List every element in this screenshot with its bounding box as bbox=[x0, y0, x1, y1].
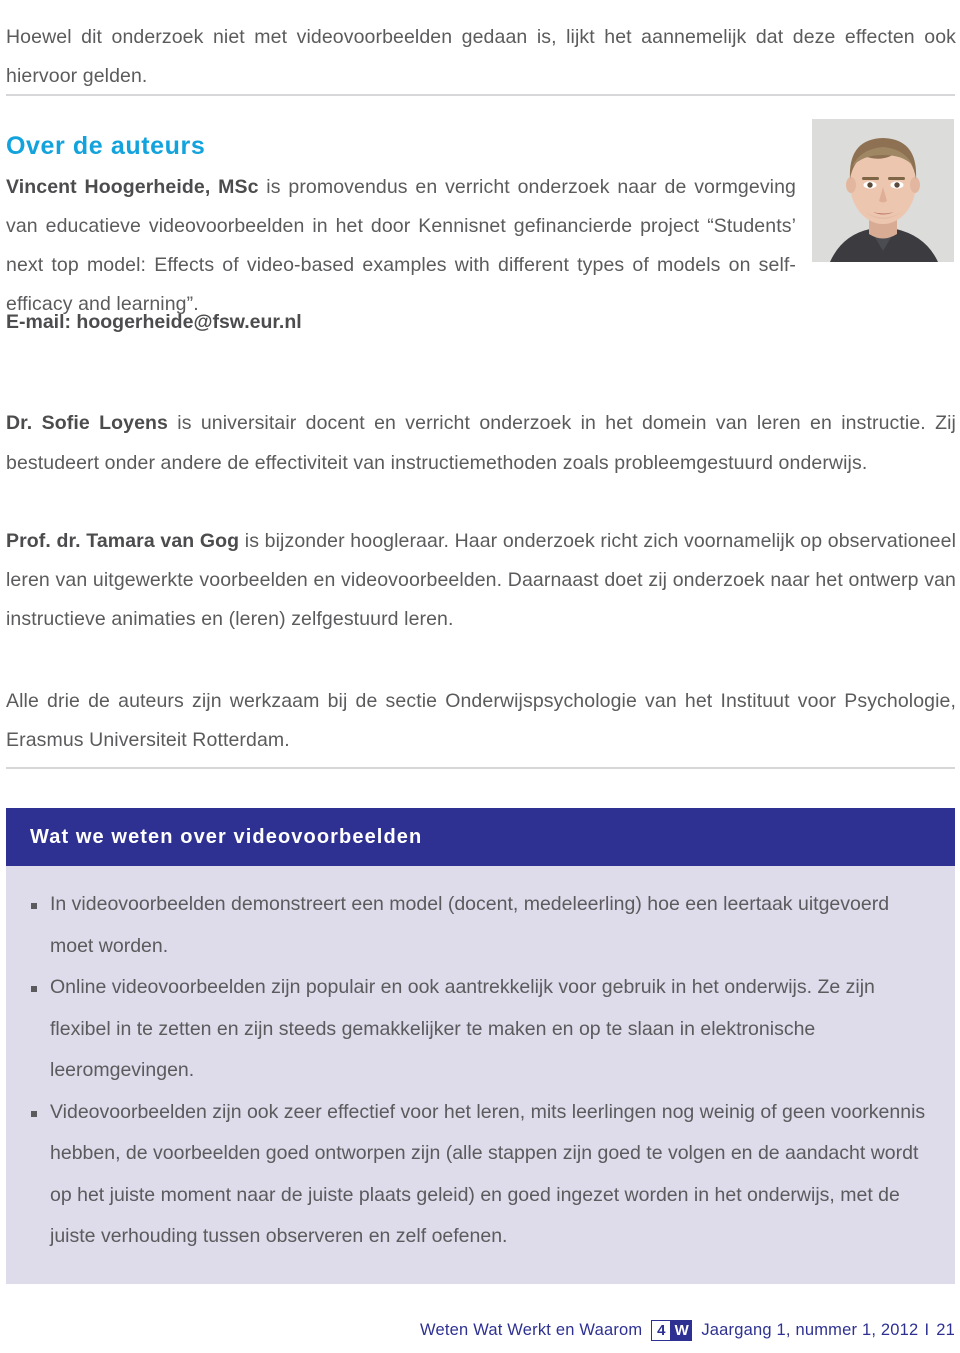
summary-bullet-list: In videovoorbeelden demonstreert een mod… bbox=[6, 866, 955, 1284]
author-name-loyens: Dr. Sofie Loyens bbox=[6, 411, 168, 434]
list-item: Online videovoorbeelden zijn populair en… bbox=[30, 967, 933, 1092]
page-title-over-de-auteurs: Over de auteurs bbox=[6, 131, 206, 160]
journal-logo-letter: W bbox=[671, 1320, 693, 1341]
journal-logo: 4 W bbox=[651, 1320, 693, 1341]
author-name-hoogerheide: Vincent Hoogerheide, MSc bbox=[6, 175, 259, 198]
photo-text-wrap-spacer bbox=[796, 168, 956, 288]
summary-box: Wat we weten over videovoorbeelden In vi… bbox=[6, 808, 955, 1284]
author-bio-hoogerheide: Vincent Hoogerheide, MSc is promovendus … bbox=[6, 168, 956, 324]
footer-issue: Jaargang 1, nummer 1, 2012 bbox=[701, 1321, 919, 1339]
affiliation-paragraph: Alle drie de auteurs zijn werkzaam bij d… bbox=[6, 689, 956, 751]
summary-box-title: Wat we weten over videovoorbeelden bbox=[30, 825, 423, 848]
footer-page-number: 21 bbox=[936, 1321, 955, 1339]
list-item: Videovoorbeelden zijn ook zeer effectief… bbox=[30, 1092, 933, 1258]
author-bio-van-gog: Prof. dr. Tamara van Gog is bijzonder ho… bbox=[6, 522, 956, 639]
author-bio-loyens: Dr. Sofie Loyens is universitair docent … bbox=[6, 403, 956, 483]
author-name-van-gog: Prof. dr. Tamara van Gog bbox=[6, 529, 240, 552]
page-footer: Weten Wat Werkt en Waarom 4 W Jaargang 1… bbox=[0, 1320, 955, 1341]
author-email-hoogerheide[interactable]: E-mail: hoogerheide@fsw.eur.nl bbox=[6, 303, 302, 342]
journal-logo-number: 4 bbox=[651, 1320, 672, 1341]
footer-separator: I bbox=[924, 1321, 930, 1339]
divider-bottom bbox=[6, 767, 955, 769]
footer-journal-name: Weten Wat Werkt en Waarom bbox=[420, 1321, 643, 1339]
divider-top bbox=[6, 94, 955, 96]
summary-box-header: Wat we weten over videovoorbeelden bbox=[6, 808, 955, 866]
intro-paragraph: Hoewel dit onderzoek niet met videovoorb… bbox=[6, 25, 956, 87]
list-item: In videovoorbeelden demonstreert een mod… bbox=[30, 884, 933, 967]
document-page: Hoewel dit onderzoek niet met videovoorb… bbox=[0, 0, 960, 1353]
